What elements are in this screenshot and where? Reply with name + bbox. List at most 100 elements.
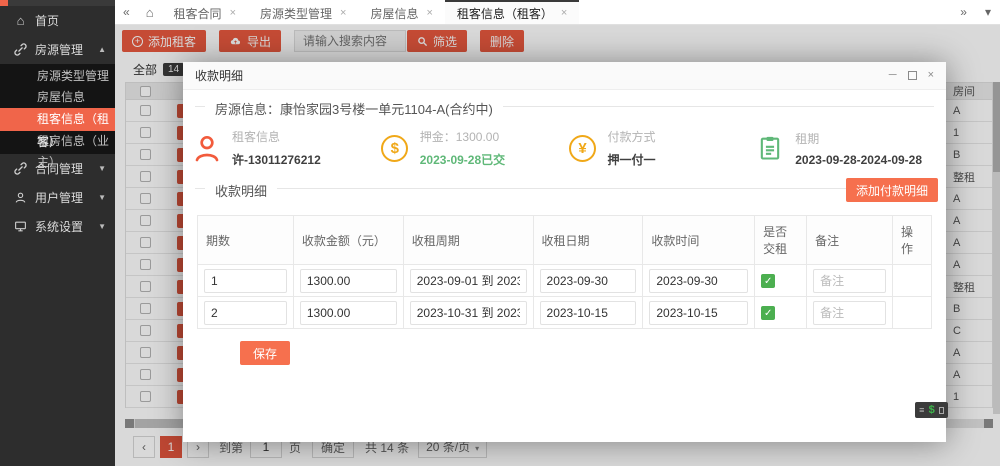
save-button[interactable]: 保存 [240, 341, 290, 365]
cycle-input[interactable] [410, 269, 527, 293]
pay-time-input[interactable] [649, 301, 748, 325]
tab-label: 房屋信息 [370, 5, 418, 22]
modal-header: 收款明细 ─ × [183, 62, 946, 90]
actions-cell [892, 265, 931, 297]
link-icon [12, 162, 29, 175]
col-rent-date: 收租日期 [533, 216, 643, 265]
property-info-legend: 房源信息：康怡家园3号楼一单元1104-A(合约中) [205, 99, 503, 118]
tab-property-type[interactable]: 房源类型管理 × [248, 0, 358, 24]
home-tab-icon[interactable]: ⌂ [138, 0, 162, 24]
tenant-info-value: 许-13011276212 [232, 151, 321, 168]
close-icon[interactable]: × [426, 7, 432, 19]
person-icon [189, 132, 225, 164]
minimize-icon[interactable]: ─ [889, 70, 897, 81]
payment-table: 期数 收款金额（元） 收租周期 收租日期 收款时间 是否交租 备注 操作 ✓ [197, 215, 932, 329]
chevron-down-icon: ▼ [98, 193, 106, 202]
deposit-label: 押金：1300.00 [420, 128, 505, 145]
sidebar-item-label: 合同管理 [35, 160, 83, 177]
sidebar-item-house-info[interactable]: 房屋信息 [0, 87, 115, 108]
tabs-scroll-right-icon[interactable]: » [951, 5, 976, 19]
link-icon [12, 43, 29, 56]
payment-detail-modal: 收款明细 ─ × 房源信息：康怡家园3号楼一单元1104-A(合约中) 租客信息… [183, 62, 946, 442]
col-amount: 收款金额（元） [293, 216, 403, 265]
remark-input[interactable] [813, 269, 886, 293]
sidebar-item-label: 首页 [35, 12, 59, 29]
sidebar-item-landlord-info[interactable]: 租房信息（业主） [0, 131, 115, 152]
sidebar-item-property-type[interactable]: 房源类型管理 [0, 66, 115, 87]
property-info-fieldset: 房源信息：康怡家园3号楼一单元1104-A(合约中) [195, 106, 934, 107]
sidebar-item-system-settings[interactable]: 系统设置 ▼ [0, 212, 115, 241]
tabs-menu-icon[interactable]: ▾ [976, 5, 1000, 19]
remark-input[interactable] [813, 301, 886, 325]
home-icon: ⌂ [12, 13, 29, 28]
close-icon[interactable]: × [230, 7, 236, 19]
check-icon: ✓ [764, 308, 772, 319]
check-icon: ✓ [764, 276, 772, 287]
paid-checkbox[interactable]: ✓ [761, 274, 775, 288]
payment-method-value: 押一付一 [608, 151, 656, 168]
tab-label: 租客合同 [174, 5, 222, 22]
deposit-info-item: $ 押金：1300.002023-09-28已交 [377, 128, 565, 168]
rent-date-input[interactable] [540, 301, 637, 325]
sidebar-item-label: 房源管理 [35, 41, 83, 58]
chevron-up-icon: ▲ [98, 45, 106, 54]
sidebar-item-tenant-info[interactable]: 租客信息（租客） [0, 108, 115, 131]
modal-window-controls: ─ × [889, 70, 934, 81]
payment-row: ✓ [198, 265, 932, 297]
tabbar-right-controls: » ▾ [951, 0, 1000, 24]
sidebar-item-label: 系统设置 [35, 218, 83, 235]
rent-date-input[interactable] [540, 269, 637, 293]
tab-bar: « ⌂ 租客合同 × 房源类型管理 × 房屋信息 × 租客信息（租客） × » ▾ [115, 0, 1000, 25]
payment-detail-fieldset: 收款明细 [195, 188, 934, 189]
col-actions: 操作 [892, 216, 931, 265]
period-input[interactable] [204, 269, 287, 293]
sidebar-item-home[interactable]: ⌂ 首页 [0, 6, 115, 35]
tab-house-info[interactable]: 房屋信息 × [358, 0, 444, 24]
tab-label: 租客信息（租客） [457, 5, 553, 22]
actions-cell [892, 297, 931, 329]
chevron-down-icon: ▼ [98, 164, 106, 173]
sidebar-item-contract-mgmt[interactable]: 合同管理 ▼ [0, 154, 115, 183]
period-input[interactable] [204, 301, 287, 325]
lease-period-value: 2023-09-28-2024-09-28 [795, 153, 922, 167]
col-cycle: 收租周期 [403, 216, 533, 265]
maximize-icon[interactable] [908, 71, 917, 80]
chevron-down-icon: ▼ [98, 222, 106, 231]
amount-input[interactable] [300, 301, 397, 325]
modal-title: 收款明细 [195, 67, 243, 84]
amount-input[interactable] [300, 269, 397, 293]
tabs-scroll-left-icon[interactable]: « [115, 0, 138, 24]
tab-tenant-info[interactable]: 租客信息（租客） × [445, 0, 579, 24]
dollar-circle-icon: $ [377, 135, 413, 162]
sidebar-item-user-mgmt[interactable]: 用户管理 ▼ [0, 183, 115, 212]
tab-label: 房源类型管理 [260, 5, 332, 22]
menu-lines-icon: ≡ [919, 406, 924, 415]
tab-tenant-contract[interactable]: 租客合同 × [162, 0, 248, 24]
sidebar-item-property-mgmt[interactable]: 房源管理 ▲ [0, 35, 115, 64]
close-icon[interactable]: × [928, 70, 934, 81]
tenant-info-item: 租客信息许-13011276212 [189, 128, 377, 168]
floating-money-widget[interactable]: ≡ $ [915, 402, 948, 418]
clipboard-icon [752, 134, 788, 162]
close-icon[interactable]: × [340, 7, 346, 19]
col-paid: 是否交租 [755, 216, 807, 265]
cycle-input[interactable] [410, 301, 527, 325]
lease-period-item: 租期 2023-09-28-2024-09-28 [752, 128, 940, 168]
col-period: 期数 [198, 216, 294, 265]
payment-detail-legend: 收款明细 [205, 181, 277, 200]
user-icon [12, 191, 29, 204]
payment-row: ✓ [198, 297, 932, 329]
pay-time-input[interactable] [649, 269, 748, 293]
monitor-icon [12, 220, 29, 233]
sidebar-submenu: 房源类型管理 房屋信息 租客信息（租客） 租房信息（业主） [0, 64, 115, 154]
lease-period-label: 租期 [795, 130, 922, 147]
close-icon[interactable]: × [561, 7, 567, 19]
sidebar: ⌂ 首页 房源管理 ▲ 房源类型管理 房屋信息 租客信息（租客） 租房信息（业主… [0, 0, 115, 466]
payment-method-item: ¥ 付款方式押一付一 [565, 128, 753, 168]
yen-circle-icon: ¥ [565, 135, 601, 162]
tenant-info-label: 租客信息 [232, 128, 321, 145]
col-remark: 备注 [807, 216, 893, 265]
add-payment-detail-button[interactable]: 添加付款明细 [846, 178, 938, 202]
paid-checkbox[interactable]: ✓ [761, 306, 775, 320]
payment-table-header: 期数 收款金额（元） 收租周期 收租日期 收款时间 是否交租 备注 操作 [198, 216, 932, 265]
